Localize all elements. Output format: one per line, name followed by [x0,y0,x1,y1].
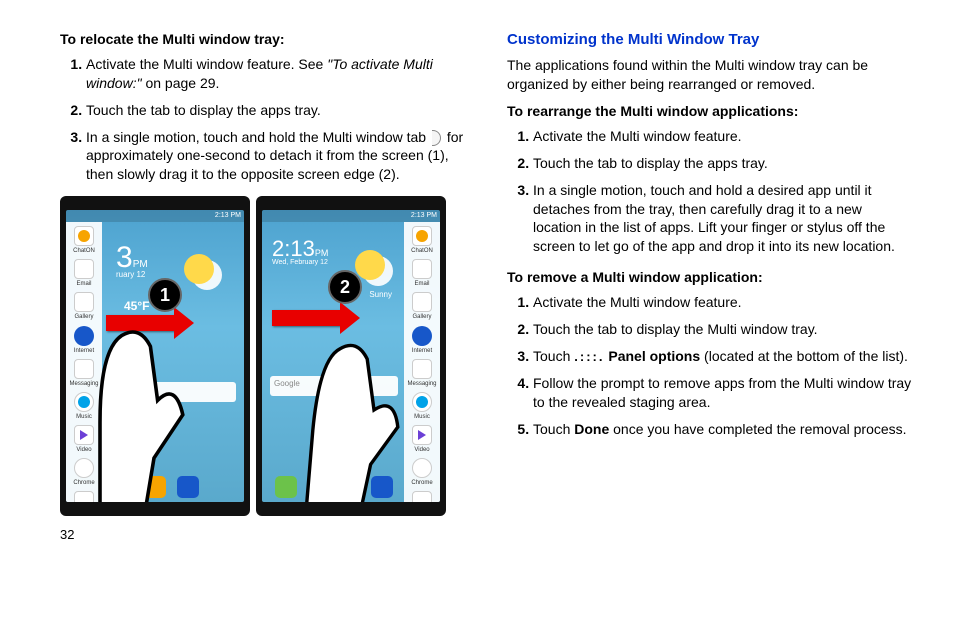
tray-app-label: ChatON [73,247,95,255]
remove-steps: Activate the Multi window feature. Touch… [507,293,914,438]
messaging-icon [74,359,94,379]
tray-app-label: ChatON [411,247,433,255]
gallery-icon [412,292,432,312]
tray-app-label: Gallery [412,313,431,321]
customize-intro: The applications found within the Multi … [507,56,914,94]
relocate-step-2: Touch the tab to display the apps tray. [86,101,467,120]
music-icon [74,392,94,412]
tray-app-video: Video [412,425,432,454]
manual-page: To relocate the Multi window tray: Activ… [60,30,914,544]
rearrange-step-3: In a single motion, touch and hold a des… [533,181,914,257]
tray-app-label: Music [76,413,92,421]
tray-app-label: Internet [74,347,94,355]
tray-app-video: Video [74,425,94,454]
chaton-icon [412,226,432,246]
tray-app-label: Gallery [74,313,93,321]
tray-app-chrome: Chrome [73,458,94,487]
remove-step-4: Follow the prompt to remove apps from th… [533,374,914,412]
tray-app-label: Internet [412,347,432,355]
tray-app-music: Music [412,392,432,421]
rearrange-step-1: Activate the Multi window feature. [533,127,914,146]
email-icon [74,259,94,279]
tray-app-gallery: Gallery [412,292,432,321]
tray-app-label: Messaging [407,380,436,388]
rearrange-steps: Activate the Multi window feature. Touch… [507,127,914,256]
tray-app-gmail: Gmail [412,491,432,502]
internet-icon [412,326,432,346]
video-icon [412,425,432,445]
status-bar: 2:13 PM [262,210,440,222]
page-number: 32 [60,526,467,544]
tray-app-internet: Internet [412,326,432,355]
customize-heading: Customizing the Multi Window Tray [507,30,914,50]
google-search-bar: Google [270,376,398,396]
dock-icons [270,476,398,498]
step-badge-1: 1 [148,278,182,312]
tray-app-chrome: Chrome [411,458,432,487]
tab-handle-icon [432,130,441,146]
relocate-step-3: In a single motion, touch and hold the M… [86,128,467,185]
tray-app-gmail: Gmail [74,491,94,502]
gmail-icon [412,491,432,502]
relocate-steps: Activate the Multi window feature. See "… [60,55,467,184]
tray-app-label: Email [414,280,429,288]
left-column: To relocate the Multi window tray: Activ… [60,30,467,544]
phone-screenshot-2: 2:13 PM ChatON Email Gallery Internet Messag… [256,196,446,516]
weather-icon [184,254,214,284]
tray-app-label: Email [76,280,91,288]
relocate-heading: To relocate the Multi window tray: [60,30,467,49]
tray-app-label: Chrome [73,479,94,487]
rearrange-heading: To rearrange the Multi window applicatio… [507,102,914,121]
rearrange-step-2: Touch the tab to display the apps tray. [533,154,914,173]
gallery-icon [74,292,94,312]
relocate-step-1: Activate the Multi window feature. See "… [86,55,467,93]
tray-app-chaton: ChatON [73,226,95,255]
tray-app-label: Video [414,446,429,454]
remove-step-3: Touch .:::. Panel options (located at th… [533,347,914,366]
chaton-icon [74,226,94,246]
dock-icons [106,476,204,498]
tray-app-messaging: Messaging [407,359,436,388]
remove-step-1: Activate the Multi window feature. [533,293,914,312]
relocate-figure: 2:13 PM ChatON Email Gallery Internet Messag… [60,196,467,516]
tray-app-chaton: ChatON [411,226,433,255]
drag-arrow-icon [272,310,342,326]
remove-step-2: Touch the tab to display the Multi windo… [533,320,914,339]
phone-screenshot-1: 2:13 PM ChatON Email Gallery Internet Messag… [60,196,250,516]
tray-app-label: Video [76,446,91,454]
step-badge-2: 2 [328,270,362,304]
email-icon [412,259,432,279]
status-bar: 2:13 PM [66,210,244,222]
drag-arrow-icon [106,315,176,331]
music-icon [412,392,432,412]
panel-options-icon: .:::. [574,349,604,364]
google-search-bar [108,382,236,402]
chrome-icon [412,458,432,478]
remove-step-5: Touch Done once you have completed the r… [533,420,914,439]
tray-app-label: Messaging [69,380,98,388]
app-tray-left: ChatON Email Gallery Internet Messaging Music… [66,222,102,502]
chrome-icon [74,458,94,478]
internet-icon [74,326,94,346]
tray-app-internet: Internet [74,326,94,355]
tray-app-gallery: Gallery [74,292,94,321]
tray-app-email: Email [412,259,432,288]
right-column: Customizing the Multi Window Tray The ap… [507,30,914,544]
tray-app-label: Music [414,413,430,421]
video-icon [74,425,94,445]
tray-app-music: Music [74,392,94,421]
app-tray-right: ChatON Email Gallery Internet Messaging Music… [404,222,440,502]
messaging-icon [412,359,432,379]
remove-heading: To remove a Multi window application: [507,268,914,287]
tray-app-email: Email [74,259,94,288]
tray-app-label: Chrome [411,479,432,487]
tray-app-messaging: Messaging [69,359,98,388]
gmail-icon [74,491,94,502]
weather-icon [355,250,385,280]
